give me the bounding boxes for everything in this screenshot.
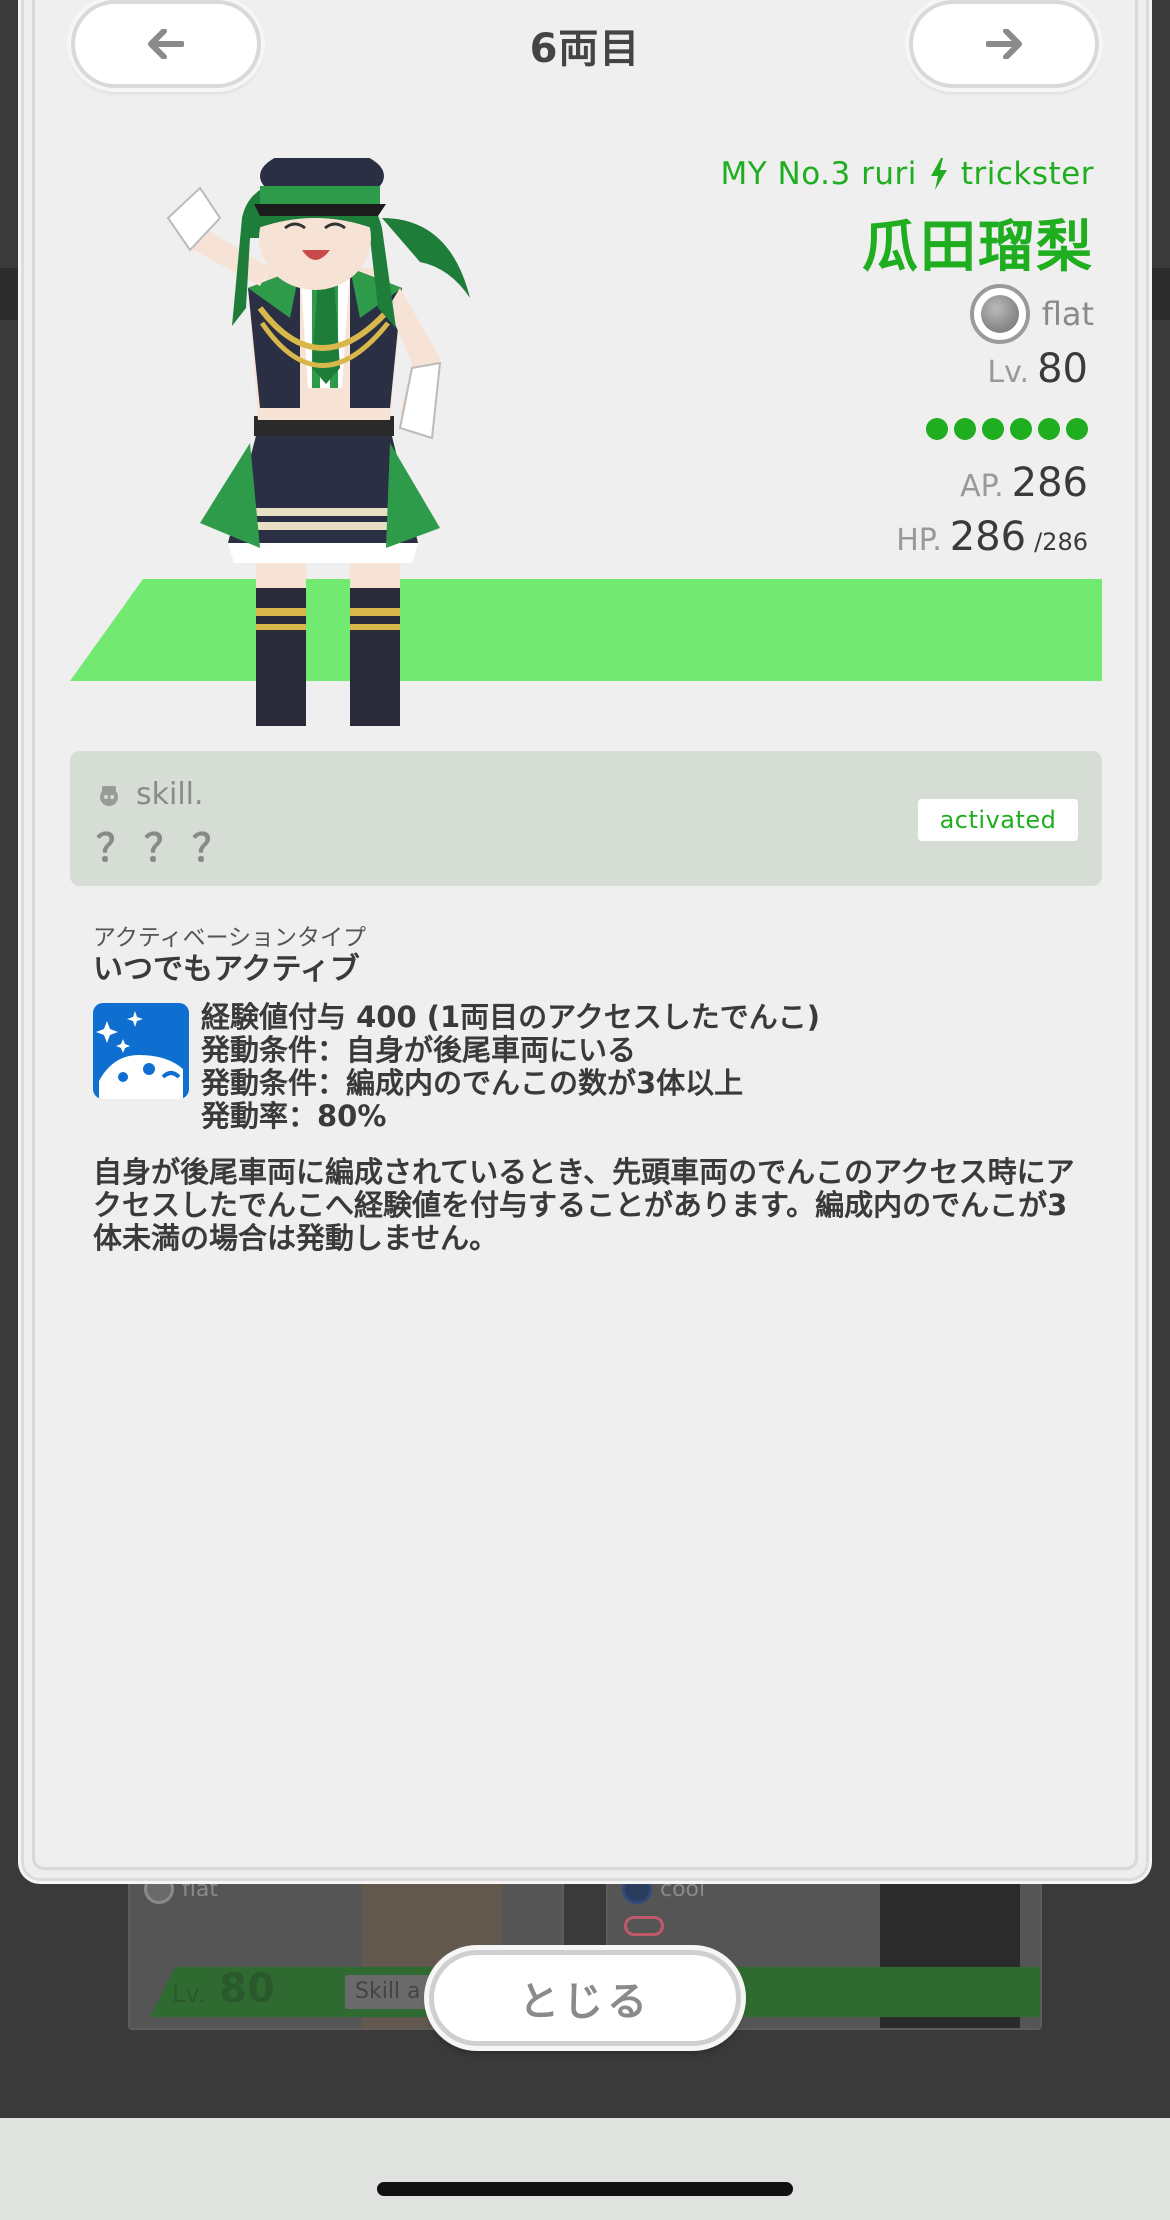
effect-line: 発動条件：編成内のでんこの数が3体以上	[201, 1066, 744, 1100]
rarity-dot	[1066, 418, 1088, 440]
arrow-left-icon	[148, 29, 184, 59]
character-number: MY No.3 ruri	[720, 156, 917, 192]
effect-line: 経験値付与 400 (1両目のアクセスしたでんこ)	[201, 1000, 820, 1034]
effect-line: 発動率：80%	[201, 1099, 387, 1133]
previous-car-button[interactable]	[71, 0, 261, 88]
hp-row: HP. 286 /286	[896, 514, 1088, 560]
skill-status-badge: activated	[918, 799, 1078, 841]
background-attribute-label: cool	[660, 1876, 706, 1902]
attribute-label: flat	[1041, 295, 1094, 333]
car-position-title: 6両目	[529, 26, 641, 72]
rarity-dot	[954, 418, 976, 440]
effect-list: 経験値付与 400 (1両目のアクセスしたでんこ) 発動条件：自身が後尾車両にい…	[201, 1001, 1101, 1133]
character-illustration	[166, 158, 470, 726]
skill-name: ？？？	[96, 826, 241, 870]
ap-row: AP. 286	[960, 460, 1088, 506]
level-row: Lv. 80	[987, 346, 1088, 392]
bottom-bar	[0, 2118, 1170, 2220]
hp-value: 286	[949, 514, 1027, 560]
ap-label: AP.	[960, 469, 1004, 504]
hp-label: HP.	[896, 523, 942, 558]
background-level: Lv. 80	[172, 1966, 275, 2012]
next-car-button[interactable]	[909, 0, 1099, 88]
character-subtitle: MY No.3 ruri trickster	[721, 156, 1094, 192]
skill-icon	[100, 785, 118, 806]
ring-icon	[624, 1916, 664, 1936]
character-type: trickster	[960, 156, 1094, 192]
ap-value: 286	[1011, 460, 1088, 506]
level-label: Lv.	[987, 355, 1030, 390]
character-name: 瓜田瑠梨	[862, 215, 1094, 280]
skill-label: skill.	[136, 777, 204, 812]
activation-type-value: いつでもアクティブ	[93, 952, 360, 987]
experience-skill-icon	[93, 1003, 189, 1099]
rarity-dots	[926, 418, 1088, 440]
background-level-value: 80	[219, 1966, 275, 2012]
rarity-dot	[982, 418, 1004, 440]
skill-description: 自身が後尾車両に編成されているとき、先頭車両のでんこのアクセス時にアクセスしたで…	[93, 1155, 1075, 1255]
background-attribute: flat	[144, 1874, 218, 1904]
level-value: 80	[1037, 346, 1088, 392]
background-skill-tag: Skill a	[345, 1975, 437, 2009]
close-button[interactable]: とじる	[429, 1950, 741, 2046]
rarity-dot	[1038, 418, 1060, 440]
background-attribute-label: flat	[182, 1876, 218, 1902]
arrow-right-icon	[986, 29, 1022, 59]
background-attribute: cool	[622, 1874, 705, 1904]
home-indicator[interactable]	[377, 2182, 793, 2196]
attribute-row: flat	[969, 284, 1094, 344]
hp-max: /286	[1034, 528, 1088, 556]
rarity-dot	[926, 418, 948, 440]
lightning-icon	[930, 158, 947, 190]
flat-attribute-icon	[969, 284, 1030, 344]
flat-attribute-icon	[144, 1874, 174, 1904]
skill-panel: skill. ？？？ activated	[70, 751, 1102, 886]
cool-attribute-icon	[622, 1874, 652, 1904]
skill-label-row: skill.	[96, 777, 204, 812]
background-level-label: Lv.	[172, 1980, 206, 2008]
effect-line: 発動条件：自身が後尾車両にいる	[201, 1033, 637, 1067]
rarity-dot	[1010, 418, 1032, 440]
